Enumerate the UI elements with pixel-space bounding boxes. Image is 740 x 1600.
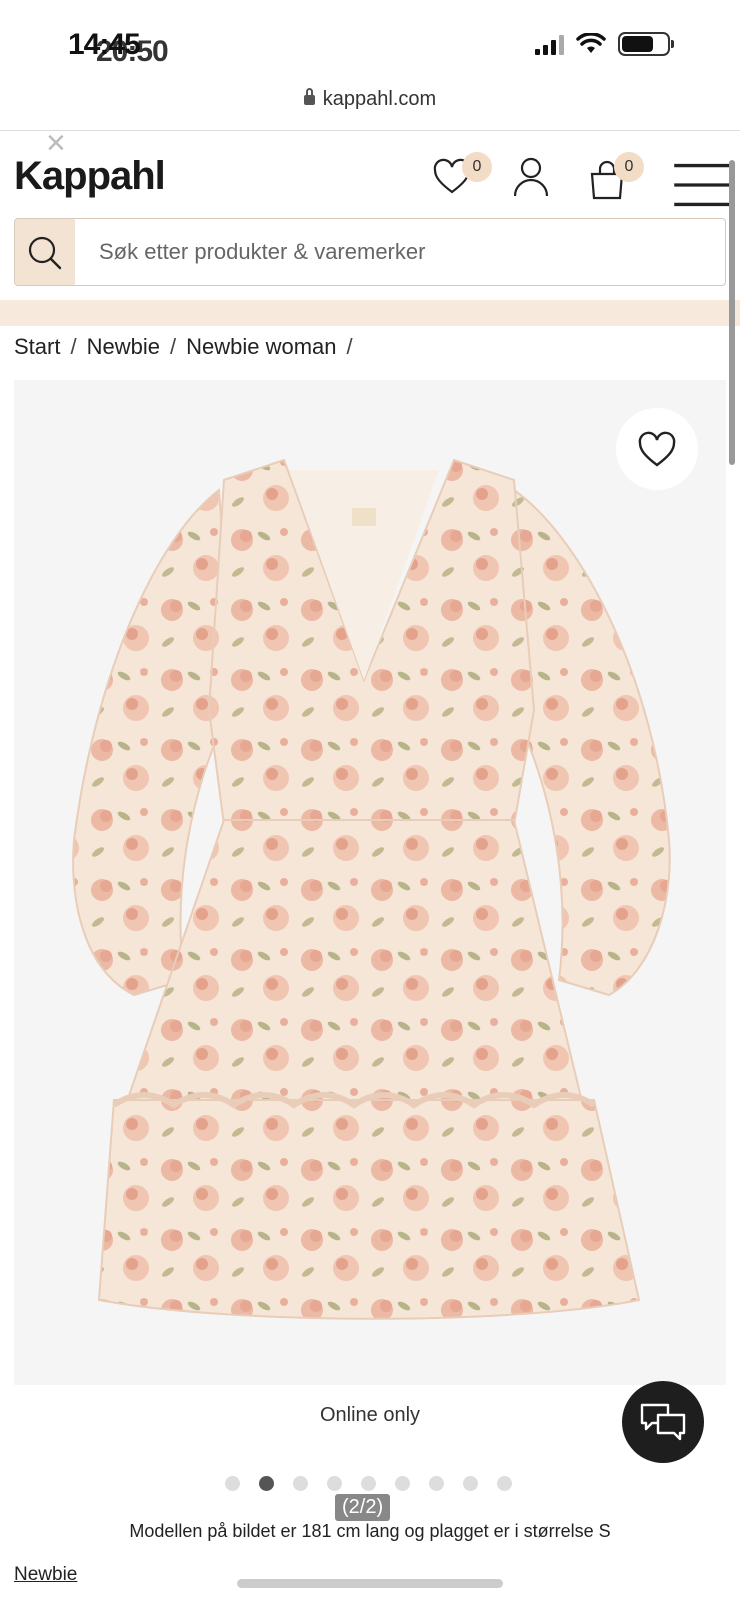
gallery-dot[interactable] <box>327 1476 342 1491</box>
site-logo[interactable]: Kappahl <box>14 154 166 199</box>
menu-icon[interactable] <box>674 160 730 210</box>
gallery-dot[interactable] <box>395 1476 410 1491</box>
promo-banner[interactable] <box>0 300 740 326</box>
gallery-dot[interactable] <box>361 1476 376 1491</box>
status-icons <box>535 32 674 56</box>
search-icon <box>28 236 62 270</box>
add-to-wishlist-button[interactable] <box>616 408 698 490</box>
brand-link[interactable]: Newbie <box>14 1564 77 1586</box>
gallery-dot[interactable] <box>497 1476 512 1491</box>
gallery-dot[interactable] <box>429 1476 444 1491</box>
model-info-text: Modellen på bildet er 181 cm lang og pla… <box>129 1521 611 1541</box>
scrollbar[interactable] <box>729 160 735 465</box>
wishlist-count-badge: 0 <box>462 152 492 182</box>
breadcrumb: Start / Newbie / Newbie woman / <box>14 334 353 360</box>
image-counter: (2/2) <box>335 1494 391 1521</box>
breadcrumb-item-start[interactable]: Start <box>14 334 60 360</box>
gallery-dot[interactable] <box>463 1476 478 1491</box>
status-bar: 14:45 20:50 <box>0 0 740 90</box>
heart-icon <box>638 431 676 467</box>
url-text: kappahl.com <box>322 88 437 110</box>
gallery-dot[interactable] <box>259 1476 274 1491</box>
breadcrumb-item-newbie-woman[interactable]: Newbie woman <box>186 334 336 360</box>
gallery-dot[interactable] <box>293 1476 308 1491</box>
gallery-dot[interactable] <box>225 1476 240 1491</box>
chat-button[interactable] <box>622 1381 704 1463</box>
product-image[interactable] <box>14 380 726 1385</box>
cart-count-badge: 0 <box>614 152 644 182</box>
breadcrumb-separator: / <box>169 334 177 359</box>
divider <box>0 130 740 131</box>
wifi-icon <box>576 33 606 53</box>
battery-icon <box>618 32 674 56</box>
gallery-pagination <box>225 1476 512 1491</box>
cart-button[interactable]: 0 <box>588 152 644 202</box>
search-bar <box>14 218 726 286</box>
user-icon <box>513 157 549 197</box>
account-button[interactable] <box>512 152 568 202</box>
signal-icon <box>535 33 564 55</box>
wishlist-button[interactable]: 0 <box>432 152 492 202</box>
status-time-overlay: 20:50 <box>96 35 169 68</box>
address-bar[interactable]: kappahl.com <box>0 88 740 111</box>
lock-icon <box>303 88 315 105</box>
product-image-gallery[interactable] <box>14 380 726 1385</box>
chat-icon <box>640 1403 686 1441</box>
search-input[interactable] <box>99 219 699 285</box>
home-indicator[interactable] <box>237 1579 503 1588</box>
breadcrumb-separator: / <box>346 334 353 359</box>
breadcrumb-separator: / <box>70 334 77 359</box>
search-button[interactable] <box>15 219 75 285</box>
breadcrumb-item-newbie[interactable]: Newbie <box>87 334 160 360</box>
